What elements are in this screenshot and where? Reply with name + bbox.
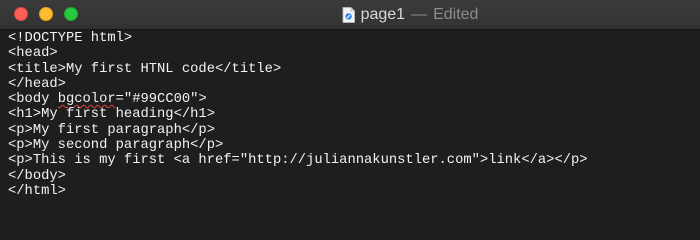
code-line-2: <head> bbox=[8, 46, 58, 62]
code-line-7: <p>My first paragraph</p> bbox=[8, 122, 215, 138]
code-line-4: </head> bbox=[8, 76, 66, 92]
title-bar[interactable]: page1 — Edited bbox=[0, 0, 700, 30]
code-line-3: <title>My first HTNL code</title> bbox=[8, 61, 282, 77]
code-line-11: </html> bbox=[8, 183, 66, 199]
text-editor-window: page1 — Edited <!DOCTYPE html> <head> <t… bbox=[0, 0, 700, 230]
window-title[interactable]: page1 — Edited bbox=[342, 0, 479, 30]
close-button[interactable] bbox=[14, 7, 28, 21]
zoom-button[interactable] bbox=[64, 7, 78, 21]
title-separator: — bbox=[411, 6, 428, 23]
code-line-1: <!DOCTYPE html> bbox=[8, 31, 133, 46]
code-line-9: <p>This is my first <a href="http://juli… bbox=[8, 153, 588, 169]
code-line-10: </body> bbox=[8, 168, 66, 184]
edit-status: Edited bbox=[433, 6, 479, 23]
code-line-5: <body bgcolor="#99CC00"> bbox=[8, 92, 700, 107]
code-line-6: <h1>My first heading</h1> bbox=[8, 107, 215, 123]
body-tag-prefix: <body bbox=[8, 92, 58, 108]
misspelled-word: bgcolor bbox=[57, 92, 116, 108]
body-tag-suffix: ="#99CC00"> bbox=[115, 92, 207, 108]
code-editor[interactable]: <!DOCTYPE html> <head> <title>My first H… bbox=[0, 30, 700, 230]
minimize-button[interactable] bbox=[39, 7, 53, 21]
document-icon bbox=[342, 7, 355, 23]
code-line-8: <p>My second paragraph</p> bbox=[8, 138, 224, 154]
document-name: page1 bbox=[360, 6, 406, 23]
